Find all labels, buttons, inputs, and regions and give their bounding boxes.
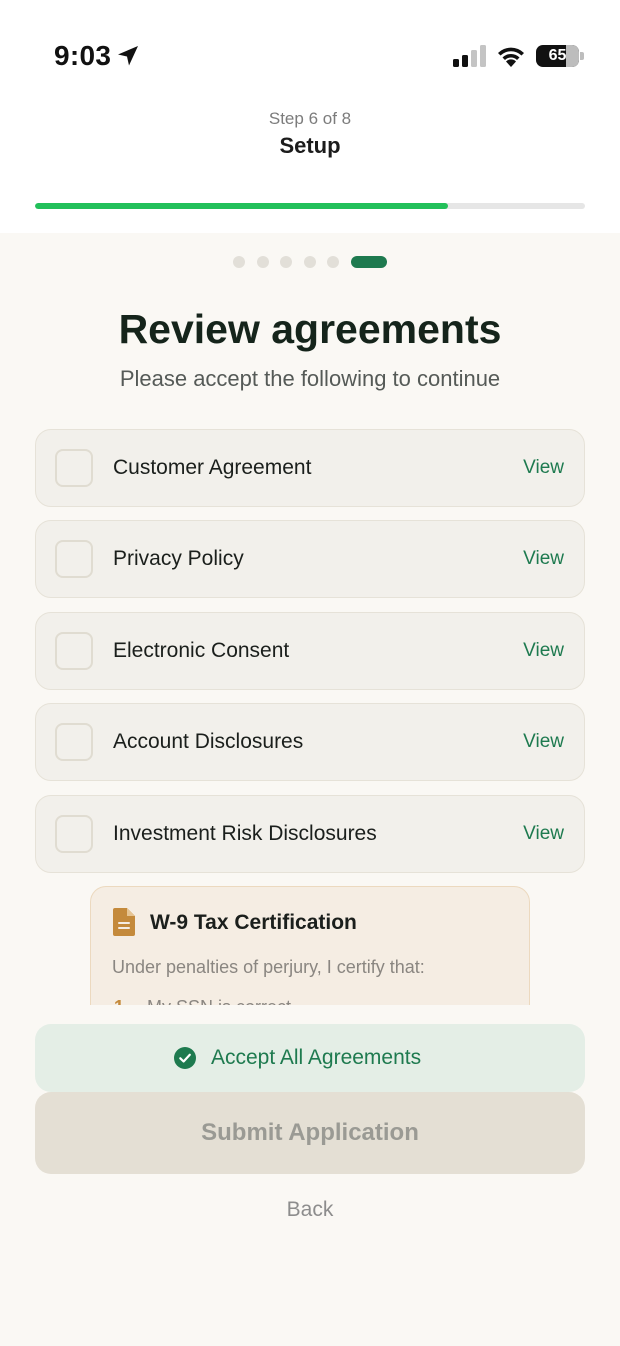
w9-item-number: 1 — [114, 997, 124, 1005]
agreement-label: Customer Agreement — [113, 456, 312, 479]
agreement-checkbox[interactable] — [55, 449, 93, 487]
agreement-privacy-policy[interactable]: Privacy Policy View — [35, 520, 585, 598]
pager-dot — [303, 256, 316, 268]
w9-certification-card: W-9 Tax Certification Under penalties of… — [90, 886, 530, 1005]
accept-all-label: Accept All Agreements — [211, 1046, 422, 1069]
agreement-account-disclosures[interactable]: Account Disclosures View — [35, 703, 585, 781]
view-link[interactable]: View — [523, 521, 564, 597]
status-time: 9:03 — [54, 40, 112, 71]
view-link[interactable]: View — [523, 796, 564, 872]
agreement-investment-risk-disclosures[interactable]: Investment Risk Disclosures View — [35, 795, 585, 873]
view-link[interactable]: View — [523, 704, 564, 780]
pager-dot — [256, 256, 269, 268]
cellular-signal-icon — [453, 45, 486, 67]
page-subtitle: Please accept the following to continue — [119, 366, 501, 391]
header-area: 9:03 65 Step 6 of 8 Setup — [0, 0, 620, 233]
w9-intro: Under penalties of perjury, I certify th… — [112, 957, 425, 977]
submit-application-label: Submit Application — [201, 1119, 419, 1146]
agreement-label: Account Disclosures — [113, 730, 304, 753]
agreement-label: Privacy Policy — [113, 547, 244, 570]
step-label: Step 6 of 8 — [268, 109, 352, 128]
back-button[interactable]: Back — [0, 1198, 620, 1222]
progress-bar — [35, 203, 585, 209]
agreement-checkbox[interactable] — [55, 540, 93, 578]
submit-application-button[interactable]: Submit Application — [35, 1092, 585, 1174]
w9-item-text: My SSN is correct — [147, 997, 291, 1005]
agreement-checkbox[interactable] — [55, 815, 93, 853]
check-circle-icon — [174, 1047, 196, 1069]
agreement-label: Electronic Consent — [113, 639, 290, 662]
document-icon — [113, 908, 135, 936]
battery-icon: 65 — [536, 45, 584, 67]
agreement-label: Investment Risk Disclosures — [113, 822, 377, 845]
battery-level: 65 — [548, 47, 567, 64]
scroll-area[interactable]: W-9 Tax Certification Under penalties of… — [0, 884, 620, 1005]
agreement-electronic-consent[interactable]: Electronic Consent View — [35, 612, 585, 690]
review-agreements-screen: 9:03 65 Step 6 of 8 Setup Review agreeme… — [0, 0, 620, 1346]
pager-dot — [327, 256, 339, 268]
battery-tip — [580, 52, 584, 60]
pager-dot-active — [350, 256, 387, 268]
agreement-customer-agreement[interactable]: Customer Agreement View — [35, 429, 585, 507]
progress-fill — [35, 203, 448, 209]
agreement-checkbox[interactable] — [55, 632, 93, 670]
page-title: Review agreements — [118, 306, 502, 352]
pager-dot — [233, 256, 245, 268]
agreement-checkbox[interactable] — [55, 723, 93, 761]
pager-dot — [280, 256, 292, 268]
view-link[interactable]: View — [523, 613, 564, 689]
location-arrow-icon — [118, 46, 138, 66]
accept-all-button[interactable]: Accept All Agreements — [35, 1024, 585, 1092]
step-title: Setup — [279, 133, 341, 158]
view-link[interactable]: View — [523, 430, 564, 506]
w9-title: W-9 Tax Certification — [150, 911, 357, 934]
wifi-icon — [498, 47, 524, 67]
